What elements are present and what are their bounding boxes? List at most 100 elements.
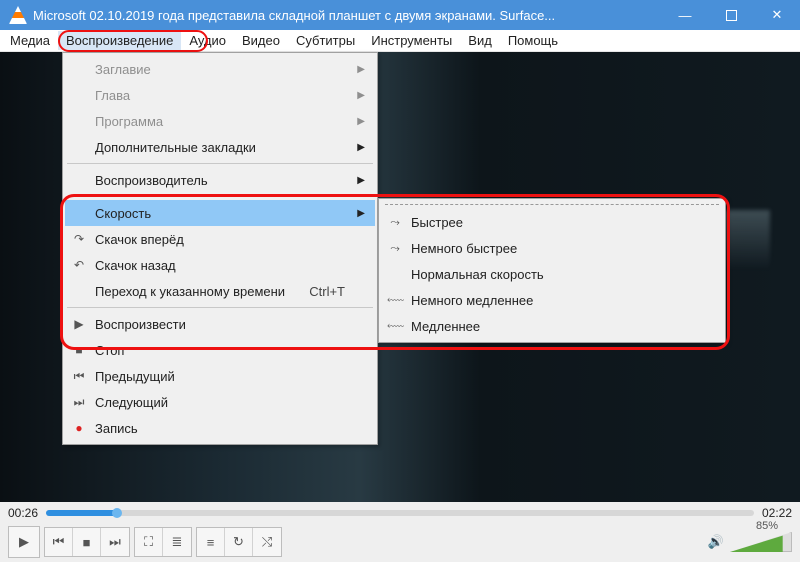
menu-media[interactable]: Медиа: [2, 31, 58, 50]
speed-normal[interactable]: Нормальная скорость: [381, 261, 723, 287]
menu-audio[interactable]: Аудио: [181, 31, 234, 50]
seek-fill: [46, 510, 117, 516]
loop-button[interactable]: ↻: [225, 528, 253, 556]
bottom-bar: 00:26 02:22 ▶ ⏮ ■ ⏭ ⛶ ≣ ≡ ↻ ⤭ 🔊 85%: [0, 502, 800, 562]
menu-item-bookmarks[interactable]: Дополнительные закладки ▶: [65, 134, 375, 160]
playlist-button[interactable]: ≡: [197, 528, 225, 556]
jump-forward-icon: ↷: [71, 232, 87, 246]
next-button[interactable]: ⏭: [101, 528, 129, 556]
jump-back-icon: ↶: [71, 258, 87, 272]
window-title: Microsoft 02.10.2019 года представила ск…: [33, 8, 662, 23]
play-button[interactable]: ▶: [8, 526, 40, 558]
fullscreen-button[interactable]: ⛶: [135, 528, 163, 556]
vlc-cone-icon: [9, 6, 27, 24]
menu-item-title[interactable]: Заглавие▶: [65, 56, 375, 82]
slightly-faster-icon: ⤳: [387, 241, 403, 256]
fullscreen-icon: ⛶: [144, 534, 153, 550]
shuffle-icon: ⤭: [262, 534, 272, 550]
playlist-icon: ≡: [207, 535, 215, 550]
speed-slightly-faster[interactable]: ⤳ Немного быстрее: [381, 235, 723, 261]
menu-item-label: Переход к указанному времени: [95, 284, 285, 299]
menu-item-jump-forward[interactable]: ↷ Скачок вперёд: [65, 226, 375, 252]
menu-item-record[interactable]: ●Запись: [65, 415, 375, 441]
menu-item-label: Воспроизводитель: [95, 173, 208, 188]
menu-item-stop[interactable]: ■ Стоп: [65, 337, 375, 363]
menu-item-goto-time[interactable]: Переход к указанному времени Ctrl+T: [65, 278, 375, 304]
minimize-button[interactable]: —: [662, 0, 708, 30]
nav-group: ⏮ ■ ⏭: [44, 527, 130, 557]
menu-separator: [67, 307, 373, 308]
slightly-slower-icon: ⬳: [387, 293, 403, 308]
loop-icon: ↻: [233, 534, 244, 550]
list-group: ≡ ↻ ⤭: [196, 527, 282, 557]
menu-item-previous[interactable]: ⏮ Предыдущий: [65, 363, 375, 389]
menu-tools[interactable]: Инструменты: [363, 31, 460, 50]
submenu-arrow-icon: ▶: [357, 208, 365, 219]
menu-separator: [67, 163, 373, 164]
menu-item-label: Скорость: [95, 206, 151, 221]
speed-submenu: ⤳ Быстрее ⤳ Немного быстрее Нормальная ско…: [378, 198, 726, 343]
menu-item-label: Нормальная скорость: [411, 267, 544, 282]
submenu-arrow-icon: ▶: [357, 90, 365, 101]
next-icon: ⏭: [109, 534, 121, 550]
menu-item-label: Быстрее: [411, 215, 463, 230]
menu-help[interactable]: Помощь: [500, 31, 566, 50]
menu-item-label: Немного быстрее: [411, 241, 517, 256]
play-icon: ▶: [71, 317, 87, 331]
maximize-button[interactable]: [708, 0, 754, 30]
close-icon: ✕: [772, 7, 783, 23]
play-icon: ▶: [19, 534, 29, 550]
volume-control: 🔊 85%: [708, 532, 792, 552]
seek-bar[interactable]: [46, 510, 754, 516]
next-icon: ⏭: [71, 395, 87, 410]
total-time: 02:22: [762, 506, 792, 520]
submenu-arrow-icon: ▶: [357, 64, 365, 75]
menu-subtitle[interactable]: Субтитры: [288, 31, 363, 50]
menu-item-label: Предыдущий: [95, 369, 175, 384]
volume-slider[interactable]: [730, 532, 792, 552]
speaker-icon[interactable]: 🔊: [708, 534, 724, 550]
menu-item-speed[interactable]: Скорость ▶: [65, 200, 375, 226]
menu-item-label: Скачок назад: [95, 258, 176, 273]
maximize-icon: [726, 10, 737, 21]
faster-icon: ⤳: [387, 215, 403, 230]
menu-item-label: Воспроизвести: [95, 317, 186, 332]
seek-knob[interactable]: [112, 508, 122, 518]
menu-item-renderer[interactable]: Воспроизводитель▶: [65, 167, 375, 193]
menu-item-label: Дополнительные закладки: [95, 140, 256, 155]
speed-faster[interactable]: ⤳ Быстрее: [381, 209, 723, 235]
menu-item-play[interactable]: ▶ Воспроизвести: [65, 311, 375, 337]
menu-view[interactable]: Вид: [460, 31, 500, 50]
menu-item-label: Стоп: [95, 343, 124, 358]
menu-item-next[interactable]: ⏭ Следующий: [65, 389, 375, 415]
prev-icon: ⏮: [71, 369, 87, 384]
shuffle-button[interactable]: ⤭: [253, 528, 281, 556]
ext-icon: ≣: [172, 534, 183, 550]
prev-button[interactable]: ⏮: [45, 528, 73, 556]
close-button[interactable]: ✕: [754, 0, 800, 30]
volume-fill: [730, 532, 783, 552]
submenu-arrow-icon: ▶: [357, 142, 365, 153]
submenu-tearoff[interactable]: [385, 204, 719, 205]
menu-item-label: Следующий: [95, 395, 168, 410]
menu-item-label: Скачок вперёд: [95, 232, 184, 247]
prev-icon: ⏮: [53, 534, 65, 550]
menu-item-label: Программа: [95, 114, 163, 129]
speed-slightly-slower[interactable]: ⬳ Немного медленнее: [381, 287, 723, 313]
menu-item-program[interactable]: Программа ▶: [65, 108, 375, 134]
submenu-arrow-icon: ▶: [357, 116, 365, 127]
menu-playback[interactable]: Воспроизведение: [58, 31, 181, 50]
stop-button[interactable]: ■: [73, 528, 101, 556]
menu-item-jump-back[interactable]: ↶ Скачок назад: [65, 252, 375, 278]
menu-item-chapter[interactable]: Глава▶: [65, 82, 375, 108]
record-icon: ●: [71, 421, 87, 435]
menu-shortcut: Ctrl+T: [309, 284, 345, 299]
stop-icon: ■: [71, 343, 87, 357]
ext-settings-button[interactable]: ≣: [163, 528, 191, 556]
menu-video[interactable]: Видео: [234, 31, 288, 50]
volume-percent: 85%: [756, 520, 778, 532]
time-row: 00:26 02:22: [8, 506, 792, 520]
speed-slower[interactable]: ⬳Медленнее: [381, 313, 723, 339]
title-bar: Microsoft 02.10.2019 года представила ск…: [0, 0, 800, 30]
menu-item-label: Немного медленнее: [411, 293, 533, 308]
